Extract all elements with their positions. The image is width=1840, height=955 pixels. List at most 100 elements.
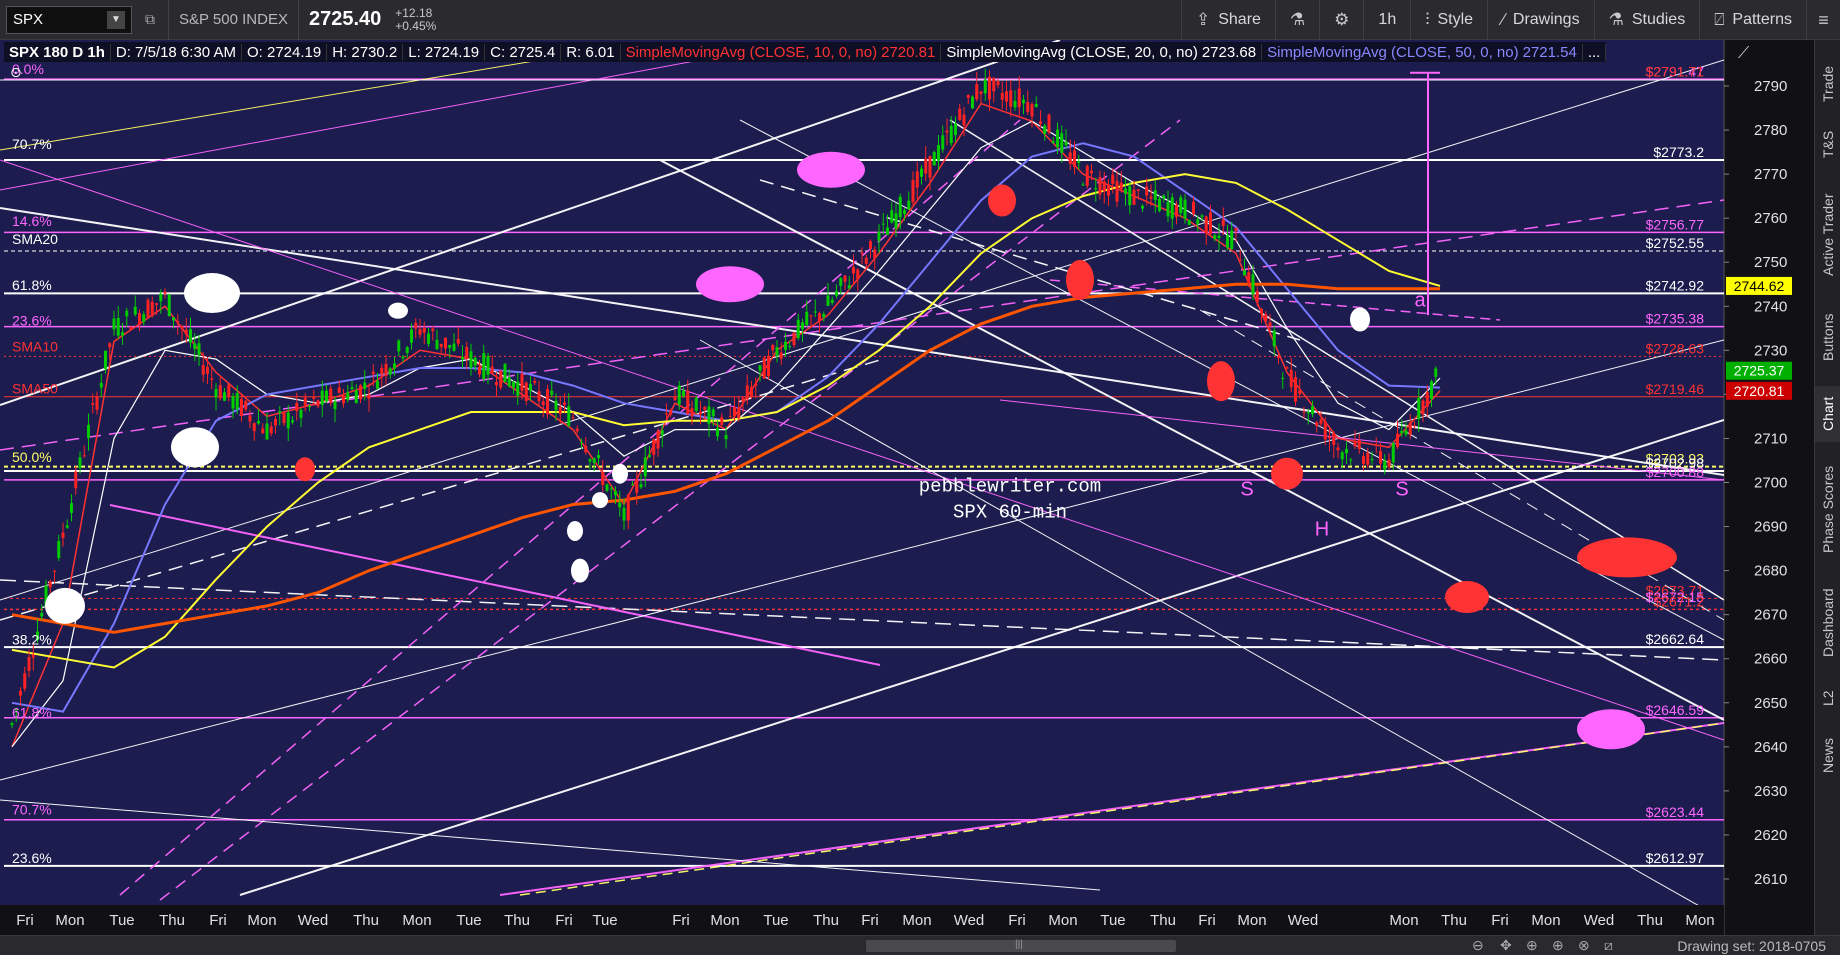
- candle-body: [605, 484, 609, 491]
- candle-body: [19, 690, 22, 696]
- candle-body: [478, 366, 481, 375]
- chart-expand-icon[interactable]: ⟋: [1738, 43, 1750, 62]
- candle-body: [907, 200, 911, 210]
- side-tab-phase-scores[interactable]: Phase Scores: [1815, 454, 1840, 564]
- candle-body: [1404, 430, 1408, 435]
- drawing-tool-icon[interactable]: ⧄: [1604, 937, 1613, 954]
- candle-body: [1281, 377, 1285, 379]
- studies-button[interactable]: ⚗ Studies: [1593, 0, 1700, 40]
- side-tab-dashboard[interactable]: Dashboard: [1815, 576, 1840, 670]
- sma50-label: SimpleMovingAvg (CLOSE, 50, 0, no): [1267, 43, 1519, 61]
- candle-body: [48, 581, 52, 588]
- flask-button[interactable]: ⚗: [1274, 0, 1319, 40]
- patterns-button[interactable]: ⍁ Patterns: [1699, 0, 1806, 40]
- annotation-marker: [592, 492, 608, 509]
- price-badge-label: 2744.62: [1734, 278, 1785, 294]
- candle-body: [1434, 368, 1438, 377]
- candle-body: [1098, 177, 1102, 195]
- x-tick-label: Fri: [1008, 912, 1026, 929]
- chevron-down-icon[interactable]: ▼: [107, 10, 125, 29]
- drawings-label: Drawings: [1512, 11, 1580, 28]
- x-tick-label: Wed: [298, 912, 329, 929]
- candle-body: [40, 612, 44, 617]
- symbol-input[interactable]: SPX ▼: [6, 5, 132, 34]
- zoom-out-icon[interactable]: ⊖: [1472, 937, 1484, 954]
- share-icon: ⇪: [1195, 10, 1211, 29]
- candle-body: [873, 249, 877, 259]
- candle-body: [1102, 181, 1106, 192]
- candle-body: [1396, 433, 1399, 448]
- scrollbar-grip-icon[interactable]: |||: [1015, 939, 1023, 950]
- side-tab-level2[interactable]: L2: [1815, 680, 1840, 716]
- candle-body: [1226, 235, 1229, 248]
- drawing-set-label[interactable]: Drawing set: 2018-0705: [1677, 938, 1826, 954]
- sma20-study[interactable]: SimpleMovingAvg (CLOSE, 20, 0, no) 2723.6…: [941, 43, 1263, 61]
- watermark-chart: SPX 60-min: [953, 502, 1067, 524]
- watermark-site: pebblewriter.com: [919, 475, 1101, 497]
- side-tab-news[interactable]: News: [1815, 730, 1840, 780]
- candle-body: [1179, 197, 1183, 214]
- level-left-label: SMA50: [12, 381, 58, 397]
- candle-body: [218, 385, 222, 399]
- side-tab-trade[interactable]: Trade: [1815, 58, 1840, 110]
- candle-body: [898, 196, 902, 218]
- menu-icon[interactable]: ≡: [1806, 0, 1840, 40]
- timeframe-button[interactable]: 1h: [1363, 0, 1410, 40]
- crosshair-icon[interactable]: ⊕: [1526, 937, 1538, 954]
- y-tick-label: 2780: [1754, 122, 1787, 139]
- candle-body: [635, 479, 639, 493]
- bar-close: C: 2725.4: [485, 43, 562, 61]
- x-tick-label: Mon: [1389, 912, 1418, 929]
- candle-body: [1379, 451, 1382, 464]
- x-tick-label: Mon: [1237, 912, 1266, 929]
- candle-body: [665, 413, 668, 415]
- zoom-in-icon[interactable]: ⊕: [1552, 937, 1564, 954]
- chart-area[interactable]: 2610 2620 2630 2640 2650 2660 2670 2680 2690 2700…: [0, 40, 1814, 935]
- candle-body: [512, 381, 515, 388]
- settings-circle-icon[interactable]: ⊙: [10, 65, 22, 81]
- settings-button[interactable]: ⚙: [1319, 0, 1363, 40]
- sma50-study[interactable]: SimpleMovingAvg (CLOSE, 50, 0, no) 2721.5…: [1262, 43, 1583, 61]
- level-left-label: SMA10: [12, 339, 58, 355]
- candle-body: [282, 412, 286, 424]
- side-tab-time-and-sales[interactable]: T&S: [1815, 122, 1840, 166]
- candle-body: [53, 570, 56, 572]
- drawings-button[interactable]: ∕ Drawings: [1487, 0, 1594, 40]
- candle-body: [138, 313, 141, 325]
- candle-body: [1162, 195, 1166, 199]
- x-tick-label: Mon: [247, 912, 276, 929]
- sma10-study[interactable]: SimpleMovingAvg (CLOSE, 10, 0, no) 2720.8…: [621, 43, 942, 61]
- studies-label: Studies: [1631, 11, 1686, 28]
- share-button[interactable]: ⇪ Share: [1180, 0, 1275, 40]
- more-studies-button[interactable]: ...: [1583, 43, 1607, 61]
- zoom-reset-icon[interactable]: ⊗: [1578, 937, 1590, 954]
- x-tick-label: Thu: [1441, 912, 1467, 929]
- x-tick-label: Mon: [402, 912, 431, 929]
- price-chart[interactable]: 2610 2620 2630 2640 2650 2660 2670 2680 2690 2700…: [0, 40, 1814, 935]
- side-tab-buttons[interactable]: Buttons: [1815, 302, 1840, 372]
- candle-body: [469, 351, 473, 368]
- candlestick-icon: ⫶: [1425, 10, 1430, 29]
- style-button[interactable]: ⫶ Style: [1410, 0, 1487, 40]
- candle-body: [1289, 369, 1293, 388]
- candle-body: [214, 389, 218, 398]
- candle-body: [325, 390, 328, 402]
- candle-body: [541, 401, 545, 406]
- x-tick-label: Thu: [813, 912, 839, 929]
- candle-body: [686, 390, 690, 415]
- annotation-marker: [1577, 709, 1645, 750]
- candle-body: [550, 390, 554, 395]
- annotation-marker: [171, 427, 219, 468]
- link-icon[interactable]: ⧉: [142, 9, 158, 31]
- pan-icon[interactable]: ✥: [1500, 937, 1512, 954]
- candle-body: [554, 400, 558, 411]
- side-tab-active-trader[interactable]: Active Trader: [1815, 180, 1840, 290]
- candle-body: [703, 407, 707, 410]
- candle-body: [316, 400, 320, 407]
- level-price-label: $2742.92: [1646, 277, 1705, 293]
- candle-body: [388, 368, 392, 375]
- side-tab-chart[interactable]: Chart: [1815, 386, 1840, 442]
- candle-body: [1158, 198, 1161, 211]
- level-price-label: $2728.63: [1646, 340, 1705, 356]
- y-tick-label: 2700: [1754, 475, 1787, 492]
